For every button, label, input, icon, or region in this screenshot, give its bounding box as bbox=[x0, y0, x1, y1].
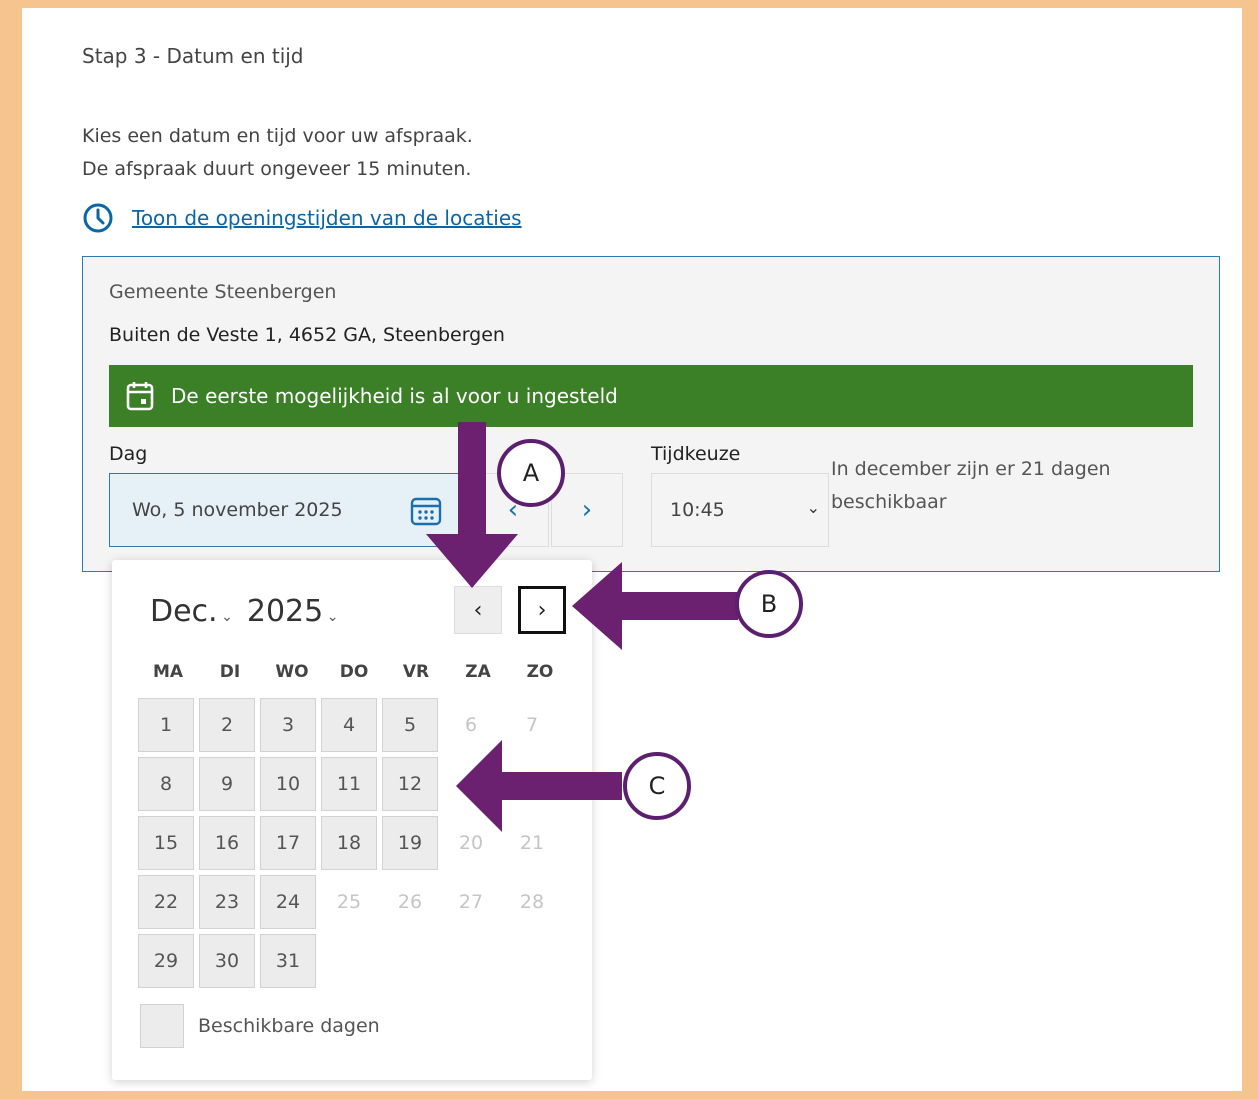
datepicker-popup: Dec. ⌄ 2025 ⌄ ‹ › MA DI WO DO VR ZA ZO 1234567… bbox=[112, 560, 592, 1080]
next-month-button[interactable]: › bbox=[518, 586, 566, 634]
chevron-down-icon: ⌄ bbox=[221, 609, 233, 625]
weekday-label: ZO bbox=[526, 662, 554, 682]
intro-line-2: De afspraak duurt ongeveer 15 minuten. bbox=[82, 158, 472, 180]
calendar-day-available[interactable]: 29 bbox=[138, 934, 194, 988]
weekday-label: ZA bbox=[465, 662, 491, 682]
calendar-day-available[interactable]: 17 bbox=[260, 816, 316, 870]
chevron-right-icon: › bbox=[581, 495, 593, 525]
weekday-header: MA DI WO DO VR ZA ZO bbox=[138, 662, 570, 682]
month-year-selectors: Dec. ⌄ 2025 ⌄ bbox=[150, 594, 339, 629]
calendar-day-available[interactable]: 8 bbox=[138, 757, 194, 811]
year-select[interactable]: 2025 ⌄ bbox=[247, 594, 339, 629]
calendar-day-unavailable: 26 bbox=[397, 891, 423, 913]
calendar-day-available[interactable]: 2 bbox=[199, 698, 255, 752]
time-label: Tijdkeuze bbox=[651, 443, 741, 465]
calendar-day-available[interactable]: 19 bbox=[382, 816, 438, 870]
calendar-day-available[interactable]: 16 bbox=[199, 816, 255, 870]
chevron-down-icon: ⌄ bbox=[806, 498, 820, 517]
calendar-day-unavailable bbox=[504, 757, 560, 811]
opening-hours-link[interactable]: Toon de openingstijden van de locaties bbox=[82, 202, 522, 234]
calendar-day-unavailable: 20 bbox=[458, 832, 484, 854]
clock-icon bbox=[83, 203, 113, 233]
location-address: Buiten de Veste 1, 4652 GA, Steenbergen bbox=[109, 324, 505, 346]
weekday-label: DI bbox=[219, 662, 241, 682]
calendar-day-unavailable: 6 bbox=[464, 714, 478, 736]
legend-swatch bbox=[140, 1004, 184, 1048]
month-value: Dec. bbox=[150, 594, 218, 629]
calendar-icon[interactable] bbox=[410, 494, 442, 526]
calendar-day-unavailable: 21 bbox=[519, 832, 545, 854]
first-option-banner: De eerste mogelijkheid is al voor u inge… bbox=[109, 365, 1193, 427]
calendar-day-unavailable: 28 bbox=[519, 891, 545, 913]
calendar-day-unavailable: 27 bbox=[458, 891, 484, 913]
calendar-day-available[interactable]: 10 bbox=[260, 757, 316, 811]
calendar-day-available[interactable]: 15 bbox=[138, 816, 194, 870]
legend-label: Beschikbare dagen bbox=[198, 1015, 380, 1037]
date-value: Wo, 5 november 2025 bbox=[132, 499, 343, 521]
availability-text: In december zijn er 21 dagen beschikbaar bbox=[831, 458, 1111, 513]
weekday-label: MA bbox=[152, 662, 184, 682]
day-grid: 1 2 3 4 5 6 7 8 9 10 11 12 15 16 17 18 19 20 21 22 23 24 25 26 2… bbox=[138, 698, 560, 988]
calendar-day-unavailable: 25 bbox=[336, 891, 362, 913]
calendar-day-available[interactable]: 22 bbox=[138, 875, 194, 929]
month-select[interactable]: Dec. ⌄ bbox=[150, 594, 233, 629]
calendar-day-available[interactable]: 31 bbox=[260, 934, 316, 988]
legend: Beschikbare dagen bbox=[140, 1004, 380, 1048]
calendar-day-available[interactable]: 11 bbox=[321, 757, 377, 811]
calendar-day-available[interactable]: 4 bbox=[321, 698, 377, 752]
weekday-label: DO bbox=[339, 662, 369, 682]
calendar-day-available[interactable]: 23 bbox=[199, 875, 255, 929]
callout-b-label: B bbox=[760, 590, 778, 618]
calendar-day-unavailable bbox=[443, 757, 499, 811]
calendar-day-unavailable: 7 bbox=[525, 714, 539, 736]
calendar-day-available[interactable]: 3 bbox=[260, 698, 316, 752]
calendar-day-available[interactable]: 9 bbox=[199, 757, 255, 811]
time-select[interactable]: 10:45 ⌄ bbox=[651, 473, 829, 547]
calendar-day-available[interactable]: 5 bbox=[382, 698, 438, 752]
time-value: 10:45 bbox=[670, 499, 725, 521]
weekday-label: WO bbox=[275, 662, 309, 682]
chevron-down-icon: ⌄ bbox=[326, 609, 339, 625]
prev-month-button[interactable]: ‹ bbox=[454, 586, 502, 634]
calendar-day-available[interactable]: 24 bbox=[260, 875, 316, 929]
calendar-day-available[interactable]: 1 bbox=[138, 698, 194, 752]
callout-a: A bbox=[497, 439, 565, 507]
page: Stap 3 - Datum en tijd Kies een datum en… bbox=[8, 8, 1242, 1091]
location-panel: Gemeente Steenbergen Buiten de Veste 1, … bbox=[82, 256, 1220, 572]
calendar-check-icon bbox=[126, 382, 154, 411]
intro-text: Kies een datum en tijd voor uw afspraak.… bbox=[82, 120, 473, 186]
opening-hours-link-text[interactable]: Toon de openingstijden van de locaties bbox=[132, 206, 522, 230]
day-label: Dag bbox=[109, 443, 148, 465]
callout-a-label: A bbox=[522, 459, 540, 487]
calendar-day-available[interactable]: 30 bbox=[199, 934, 255, 988]
chevron-left-icon: ‹ bbox=[473, 597, 483, 623]
calendar-day-available[interactable]: 18 bbox=[321, 816, 377, 870]
calendar-day-available[interactable]: 12 bbox=[382, 757, 438, 811]
weekday-label: VR bbox=[402, 662, 430, 682]
callout-c-label: C bbox=[648, 772, 666, 800]
callout-b: B bbox=[735, 570, 803, 638]
intro-line-1: Kies een datum en tijd voor uw afspraak. bbox=[82, 125, 473, 147]
callout-c: C bbox=[623, 752, 691, 820]
banner-text: De eerste mogelijkheid is al voor u inge… bbox=[171, 384, 618, 408]
year-value: 2025 bbox=[246, 594, 324, 629]
location-name: Gemeente Steenbergen bbox=[109, 281, 337, 303]
chevron-right-icon: › bbox=[537, 597, 547, 623]
date-input[interactable]: Wo, 5 november 2025 bbox=[109, 473, 465, 547]
step-title: Stap 3 - Datum en tijd bbox=[82, 44, 304, 68]
